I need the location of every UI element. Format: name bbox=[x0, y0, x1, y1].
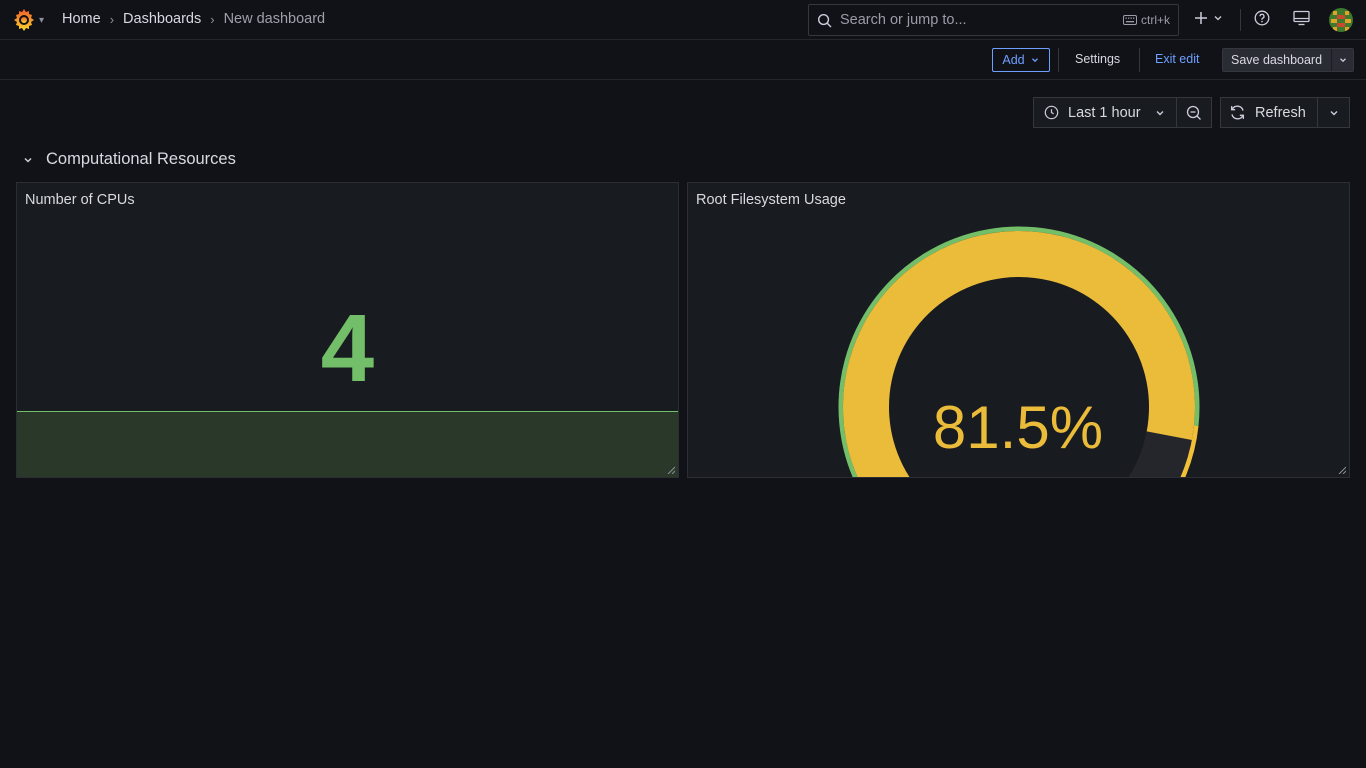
gauge-chart: 81.5% bbox=[838, 226, 1200, 477]
resize-handle-icon[interactable] bbox=[1338, 466, 1346, 474]
chevron-down-icon bbox=[1214, 16, 1222, 21]
monitor-icon bbox=[1293, 10, 1310, 26]
add-button[interactable]: Add bbox=[992, 48, 1050, 72]
grafana-menu[interactable]: ▾ bbox=[12, 8, 44, 32]
row-title: Computational Resources bbox=[46, 150, 236, 168]
chevron-down-icon bbox=[1339, 58, 1346, 63]
shortcut-text: ctrl+k bbox=[1140, 13, 1170, 27]
chevron-down-icon bbox=[1330, 110, 1337, 115]
divider bbox=[1139, 48, 1140, 72]
save-options-button[interactable] bbox=[1331, 49, 1353, 71]
divider bbox=[1240, 9, 1241, 31]
zoom-out-icon bbox=[1186, 105, 1202, 120]
save-dashboard-button[interactable]: Save dashboard bbox=[1223, 53, 1331, 67]
refresh-button[interactable]: Refresh bbox=[1221, 98, 1318, 127]
help-icon bbox=[1254, 10, 1270, 26]
exit-edit-button[interactable]: Exit edit bbox=[1155, 52, 1199, 66]
time-range-picker[interactable]: Last 1 hour bbox=[1034, 98, 1178, 127]
time-controls: Last 1 hour bbox=[1033, 97, 1212, 128]
refresh-interval-picker[interactable] bbox=[1318, 98, 1349, 127]
refresh-controls: Refresh bbox=[1220, 97, 1350, 128]
settings-button[interactable]: Settings bbox=[1075, 52, 1120, 66]
top-navbar: ▾ Home › Dashboards › New dashboard Sear… bbox=[0, 0, 1366, 40]
panel-root-filesystem-usage[interactable]: Root Filesystem Usage 81.5% bbox=[687, 182, 1350, 478]
keyboard-icon bbox=[1122, 15, 1137, 25]
plus-icon bbox=[1195, 12, 1207, 24]
panel-title: Number of CPUs bbox=[25, 192, 135, 208]
divider bbox=[1058, 48, 1059, 72]
grafana-logo-icon bbox=[14, 9, 34, 31]
resize-handle-icon[interactable] bbox=[667, 466, 675, 474]
refresh-icon bbox=[1230, 105, 1245, 120]
breadcrumb-current: New dashboard bbox=[223, 11, 326, 27]
save-dashboard-group: Save dashboard bbox=[1222, 48, 1354, 72]
breadcrumb: Home › Dashboards › New dashboard bbox=[62, 11, 325, 27]
chevron-down-icon bbox=[1156, 110, 1164, 115]
avatar[interactable] bbox=[1329, 8, 1353, 32]
kiosk-mode-button[interactable] bbox=[1293, 10, 1310, 26]
search-placeholder: Search or jump to... bbox=[840, 12, 967, 28]
search-input[interactable]: Search or jump to... ctrl+k bbox=[808, 4, 1179, 36]
chevron-right-icon: › bbox=[109, 11, 115, 27]
time-range-label: Last 1 hour bbox=[1068, 104, 1141, 121]
new-menu-button[interactable] bbox=[1193, 10, 1224, 26]
chevron-down-icon: ▾ bbox=[39, 14, 45, 26]
search-icon bbox=[817, 13, 832, 27]
stat-value: 4 bbox=[320, 295, 375, 402]
clock-icon bbox=[1044, 105, 1059, 120]
breadcrumb-home[interactable]: Home bbox=[62, 11, 101, 27]
breadcrumb-dashboards[interactable]: Dashboards bbox=[123, 11, 201, 27]
chevron-right-icon: › bbox=[210, 11, 215, 27]
panel-number-of-cpus[interactable]: Number of CPUs 4 bbox=[16, 182, 679, 478]
sparkline-area bbox=[17, 411, 678, 477]
shortcut-hint: ctrl+k bbox=[1122, 13, 1170, 27]
chevron-down-icon bbox=[24, 157, 32, 163]
refresh-label: Refresh bbox=[1255, 104, 1306, 121]
add-label: Add bbox=[1002, 53, 1025, 67]
chevron-down-icon bbox=[1031, 58, 1038, 63]
zoom-out-button[interactable] bbox=[1177, 98, 1211, 127]
row-toggle[interactable]: Computational Resources bbox=[22, 150, 236, 169]
help-button[interactable] bbox=[1254, 10, 1270, 26]
gauge-value: 81.5% bbox=[933, 394, 1103, 461]
